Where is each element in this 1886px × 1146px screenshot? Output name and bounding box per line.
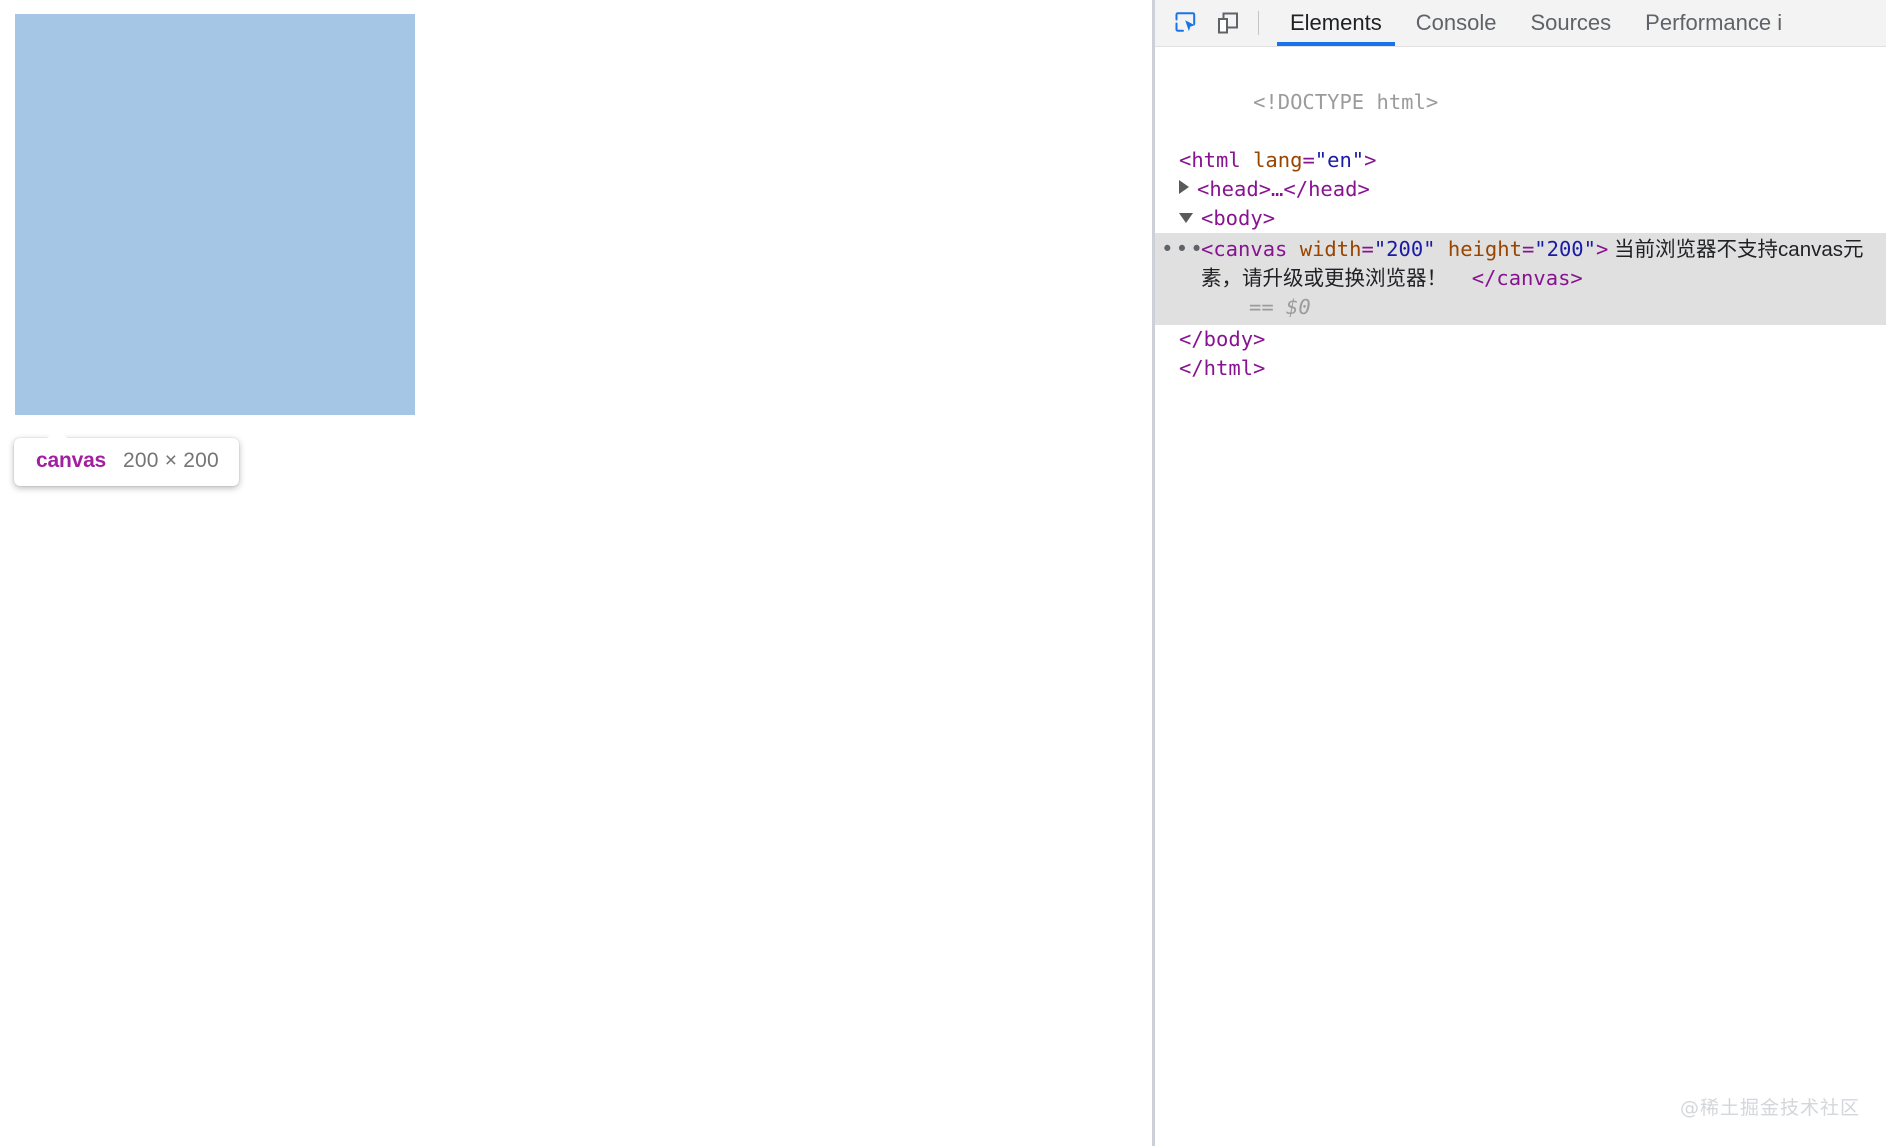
html-lang-attr-eq: = — [1302, 148, 1314, 172]
html-open-lt: < — [1179, 148, 1191, 172]
toolbar-divider — [1258, 11, 1259, 35]
body-open-text: <body> — [1201, 206, 1275, 230]
canvas-height-attr-value: "200" — [1534, 237, 1596, 261]
selected-node-marker: == $0 — [1249, 295, 1311, 319]
page-viewport: canvas 200 × 200 — [0, 0, 1152, 1146]
dom-row-html-open[interactable]: <html lang="en"> — [1155, 146, 1886, 175]
canvas-open-gt: > — [1596, 237, 1608, 261]
dom-row-canvas-selected[interactable]: •••<canvas width="200" height="200"> 当前浏… — [1155, 233, 1886, 325]
body-close-text: </body> — [1179, 327, 1265, 351]
context-menu-ellipsis-icon[interactable]: ••• — [1161, 237, 1205, 261]
canvas-width-attr-name: width — [1300, 237, 1362, 261]
html-lang-attr-value: "en" — [1315, 148, 1364, 172]
dom-row-body-close[interactable]: </body> — [1155, 325, 1886, 354]
chevron-down-icon[interactable] — [1179, 213, 1193, 223]
dom-tree: <!DOCTYPE html> <html lang="en"> <head>…… — [1155, 47, 1886, 383]
devtools-tab-bar: Elements Console Sources Performance i — [1273, 0, 1799, 46]
tab-sources[interactable]: Sources — [1513, 0, 1628, 46]
devtools-panel: Elements Console Sources Performance i <… — [1152, 0, 1886, 1146]
html-tag-name: html — [1191, 148, 1240, 172]
devtools-toolbar: Elements Console Sources Performance i — [1155, 0, 1886, 47]
tab-performance-label: Performance i — [1645, 10, 1782, 36]
dom-row-doctype[interactable]: <!DOCTYPE html> — [1155, 59, 1886, 146]
doctype-text: <!DOCTYPE html> — [1253, 90, 1438, 114]
chevron-right-icon[interactable] — [1179, 180, 1189, 194]
html-close-text: </html> — [1179, 356, 1265, 380]
dom-row-html-close[interactable]: </html> — [1155, 354, 1886, 383]
device-toolbar-icon[interactable] — [1215, 10, 1241, 36]
canvas-height-attr-eq: = — [1522, 237, 1534, 261]
tooltip-tag-name: canvas — [36, 449, 106, 473]
tab-elements[interactable]: Elements — [1273, 0, 1399, 46]
watermark: @稀土掘金技术社区 — [1680, 1093, 1860, 1120]
html-lang-attr-name: lang — [1253, 148, 1302, 172]
head-collapsed-text: <head>…</head> — [1197, 177, 1370, 201]
inspector-size-tooltip: canvas 200 × 200 — [14, 438, 239, 486]
dom-row-body-open[interactable]: <body> — [1155, 204, 1886, 233]
canvas-tag-name: canvas — [1213, 237, 1287, 261]
canvas-width-attr-value: "200" — [1374, 237, 1436, 261]
tab-console-label: Console — [1416, 10, 1497, 36]
tab-sources-label: Sources — [1530, 10, 1611, 36]
tooltip-dimensions: 200 × 200 — [123, 449, 219, 473]
inspect-element-cursor-icon[interactable] — [1173, 10, 1199, 36]
canvas-width-attr-eq: = — [1361, 237, 1373, 261]
canvas-element-highlight[interactable] — [15, 14, 415, 415]
tab-elements-label: Elements — [1290, 10, 1382, 36]
canvas-close-tag: </canvas> — [1472, 266, 1583, 290]
html-open-gt: > — [1364, 148, 1376, 172]
dom-row-head[interactable]: <head>…</head> — [1155, 175, 1886, 204]
tab-performance[interactable]: Performance i — [1628, 0, 1799, 46]
tab-console[interactable]: Console — [1399, 0, 1514, 46]
canvas-height-attr-name: height — [1448, 237, 1522, 261]
